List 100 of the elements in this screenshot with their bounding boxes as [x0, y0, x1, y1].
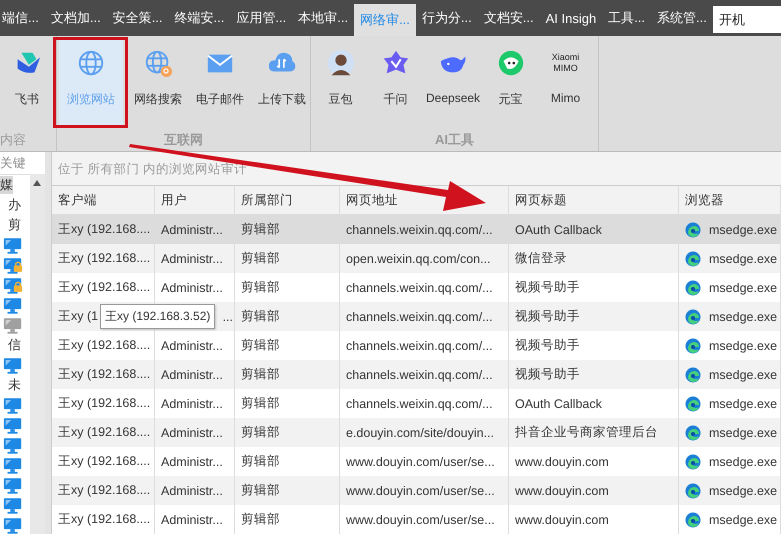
table-cell: 剪辑部	[241, 279, 280, 296]
table-cell: msedge.exe	[709, 222, 778, 236]
ribbon-button[interactable]: 豆包	[313, 38, 368, 127]
group-label: AI工具	[434, 131, 475, 149]
table-cell: msedge.exe	[709, 280, 778, 294]
table-cell: 剪辑部	[241, 511, 280, 528]
globe-search-icon	[143, 48, 173, 78]
table-cell: open.weixin.qq.com/con...	[346, 252, 491, 266]
ribbon-button[interactable]: 电子邮件	[189, 38, 251, 127]
computer-icon[interactable]	[3, 516, 23, 534]
table-cell: Administr...	[161, 454, 223, 468]
column-header[interactable]: 网页标题	[509, 186, 679, 214]
ribbon-button[interactable]: 飞书	[0, 38, 54, 127]
table-cell: 王xy (192.168....	[58, 424, 150, 441]
table-cell: 剪辑部	[241, 424, 280, 441]
tree-group-item[interactable]: 办	[0, 196, 21, 214]
module-tab[interactable]: 安全策...	[106, 0, 169, 36]
table-row[interactable]: 王xy (1 王xy (192.168.3.52) ... 剪辑部 channels.weixin.qq.com/... 视频号助手 msedge.exe	[52, 302, 781, 331]
computer-icon[interactable]	[3, 496, 23, 514]
column-header[interactable]: 浏览器	[679, 186, 781, 214]
ribbon-button[interactable]: 网络搜索	[127, 38, 189, 127]
tree-group-item[interactable]: 剪	[0, 216, 21, 234]
table-cell: msedge.exe	[709, 484, 778, 498]
computer-icon[interactable]	[3, 356, 23, 374]
tree-group-item[interactable]: 未	[0, 376, 21, 394]
module-tab[interactable]: 文档加...	[44, 0, 107, 36]
table-cell: channels.weixin.qq.com/...	[346, 310, 493, 324]
table-cell: 剪辑部	[241, 250, 280, 267]
table-cell: Administr...	[161, 222, 223, 236]
table-cell: channels.weixin.qq.com/...	[346, 338, 493, 352]
computer-icon[interactable]	[3, 396, 23, 414]
table-cell: Administr...	[161, 396, 223, 410]
table-cell: e.douyin.com/site/douyin...	[346, 426, 494, 440]
table-cell: 王xy (192.168....	[58, 453, 150, 470]
table-row[interactable]: 王xy (192.168.... Administr... 剪辑部 channels.weixin.qq.com/... OAuth Callback msedge.exe	[52, 215, 781, 244]
avatar-icon	[326, 48, 356, 78]
table-cell: 王xy (1	[58, 308, 98, 325]
module-tab[interactable]: 文档安...	[478, 0, 540, 36]
column-header[interactable]: 客户端	[52, 186, 155, 214]
search-field[interactable]: 开机	[712, 6, 781, 33]
module-tab[interactable]: 工具...	[602, 0, 652, 36]
browser-logo-icon	[685, 454, 701, 470]
table-cell: msedge.exe	[709, 454, 778, 468]
tree-group-item[interactable]: 媒	[0, 176, 13, 194]
table-cell: OAuth Callback	[515, 222, 602, 236]
column-header[interactable]: 所属部门	[235, 186, 340, 214]
module-tab[interactable]: 应用管...	[230, 0, 292, 36]
table-cell: www.douyin.com/user/se...	[346, 484, 495, 498]
module-tab[interactable]: 系统管...	[651, 0, 713, 36]
table-cell: 视频号助手	[515, 366, 580, 383]
table-cell: 剪辑部	[241, 221, 280, 238]
table-cell: channels.weixin.qq.com/...	[346, 222, 493, 236]
table-cell: msedge.exe	[709, 310, 778, 324]
browser-logo-icon	[685, 512, 701, 528]
ribbon-button[interactable]: 上传下载	[251, 38, 313, 127]
table-cell: 剪辑部	[241, 337, 280, 354]
table-cell: 剪辑部	[241, 308, 280, 325]
browser-logo-icon	[685, 250, 701, 266]
locked-computer-icon[interactable]	[3, 276, 23, 294]
table-cell: msedge.exe	[709, 252, 778, 266]
table-row[interactable]: 王xy (192.168.... Administr... 剪辑部 e.douyin.com/site/douyin... 抖音企业号商家管理后台 msedge.exe	[52, 418, 781, 447]
table-cell: Administr...	[161, 368, 223, 382]
module-tab[interactable]: 行为分...	[416, 0, 478, 36]
computer-icon[interactable]	[3, 416, 23, 434]
table-cell: 王xy (192.168....	[58, 511, 150, 528]
search-field[interactable]: 关键	[0, 156, 30, 170]
table-cell: channels.weixin.qq.com/...	[346, 368, 493, 382]
ribbon-button[interactable]: 千问	[368, 38, 423, 127]
computer-icon[interactable]	[3, 236, 23, 254]
computer-icon[interactable]	[3, 456, 23, 474]
table-row[interactable]: 王xy (192.168.... Administr... 剪辑部 open.weixin.qq.com/con... 微信登录 msedge.exe	[52, 244, 781, 273]
table-row[interactable]: 王xy (192.168.... Administr... 剪辑部 www.douyin.com/user/se... www.douyin.com msedge.exe	[52, 476, 781, 505]
computer-icon[interactable]	[3, 476, 23, 494]
computer-icon[interactable]	[3, 316, 23, 334]
table-cell: www.douyin.com/user/se...	[346, 512, 495, 526]
browser-logo-icon	[685, 424, 701, 440]
ribbon-button[interactable]: Deepseek	[423, 38, 484, 127]
computer-icon[interactable]	[3, 296, 23, 314]
ribbon-button[interactable]: Xiaomi MIMO Mimo	[538, 38, 594, 127]
locked-computer-icon[interactable]	[3, 256, 23, 274]
table-cell: channels.weixin.qq.com/...	[346, 396, 493, 410]
table-row[interactable]: 王xy (192.168.... Administr... 剪辑部 channels.weixin.qq.com/... 视频号助手 msedge.exe	[52, 360, 781, 389]
module-tab[interactable]: 终端安...	[168, 0, 230, 36]
tree-group-item[interactable]: 信	[0, 336, 21, 354]
table-cell: 剪辑部	[241, 453, 280, 470]
ribbon-button[interactable]: 元宝	[483, 38, 538, 127]
module-tab[interactable]: 本地审...	[292, 0, 354, 36]
table-cell: 王xy (192.168....	[58, 366, 150, 383]
module-tab[interactable]: 端信...	[0, 0, 45, 36]
column-header[interactable]: 用户	[155, 186, 235, 214]
table-cell: 剪辑部	[241, 482, 280, 499]
module-tab[interactable]: AI Insigh	[540, 0, 602, 36]
scrollbar[interactable]	[30, 174, 45, 534]
browser-logo-icon	[685, 280, 701, 296]
table-cell: 抖音企业号商家管理后台	[515, 424, 658, 441]
computer-icon[interactable]	[3, 436, 23, 454]
table-cell: www.douyin.com	[515, 512, 609, 526]
table-cell: 视频号助手	[515, 279, 580, 296]
scroll-up-icon[interactable]	[33, 180, 41, 186]
browser-logo-icon	[685, 366, 701, 382]
